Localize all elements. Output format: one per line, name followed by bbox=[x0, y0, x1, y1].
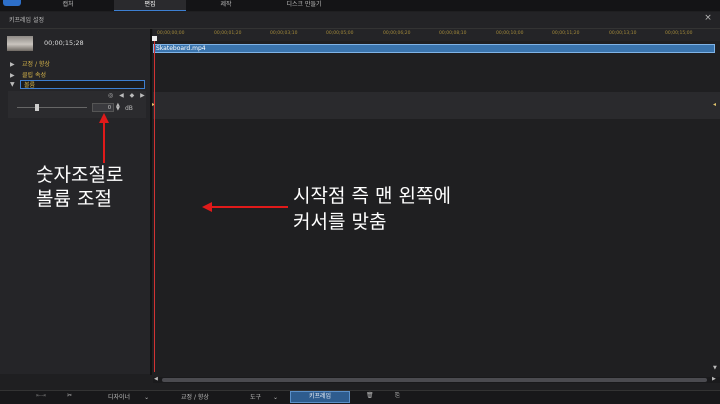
annotation-arrows bbox=[99, 113, 288, 212]
annotation-arrow-left bbox=[202, 202, 288, 212]
annotation-arrow-up bbox=[99, 113, 109, 163]
